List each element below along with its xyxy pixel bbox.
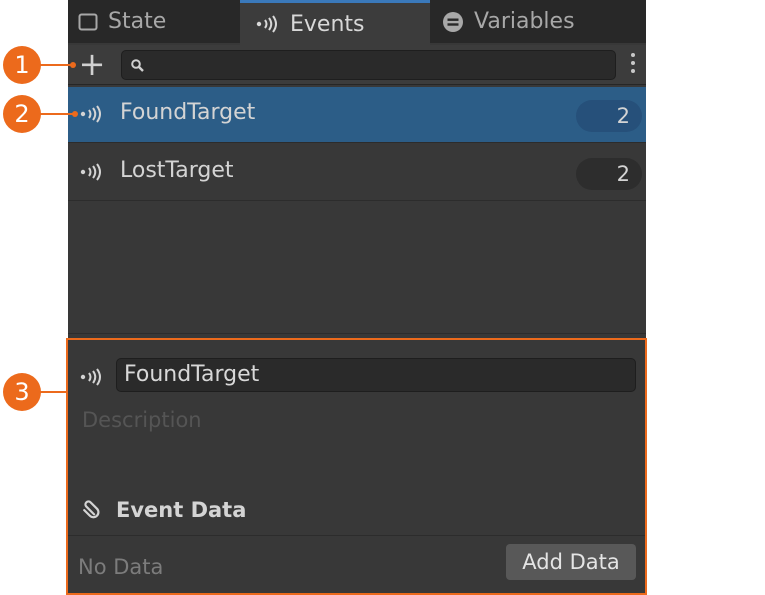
signal-icon	[80, 368, 104, 390]
callout-leader-line	[40, 64, 72, 66]
search-icon	[130, 58, 146, 78]
tab-state-label: State	[108, 9, 167, 34]
paperclip-icon	[80, 496, 104, 524]
event-data-header: Event Data	[80, 496, 246, 524]
tab-events[interactable]: Events	[240, 0, 430, 45]
event-usage-count: 2	[576, 100, 642, 132]
square-outline-icon	[78, 13, 98, 31]
search-input[interactable]	[121, 50, 616, 80]
event-data-heading: Event Data	[116, 498, 247, 522]
event-detail: FoundTarget Description Event Data No Da…	[68, 336, 646, 595]
callout-leader-line	[40, 113, 74, 115]
event-row-foundtarget[interactable]: FoundTarget 2	[68, 87, 646, 143]
callout-marker-1: 1	[3, 46, 41, 84]
more-options-icon[interactable]	[628, 53, 638, 79]
variables-icon	[442, 11, 464, 33]
tab-events-label: Events	[290, 11, 365, 37]
fsm-panel: State Events Variables + FoundTarget 2 L…	[68, 0, 646, 595]
callout-leader-dot	[72, 111, 78, 117]
event-name: LostTarget	[120, 158, 234, 183]
callout-leader-dot	[70, 62, 76, 68]
toolbar: +	[68, 45, 646, 85]
event-list-empty-area	[68, 204, 646, 334]
add-data-button[interactable]: Add Data	[506, 544, 636, 580]
no-data-text: No Data	[78, 555, 164, 579]
tab-variables-label: Variables	[474, 9, 575, 34]
callout-marker-3: 3	[3, 373, 41, 411]
signal-icon	[80, 105, 104, 127]
description-field[interactable]: Description	[82, 408, 202, 432]
tab-bar: State Events Variables	[68, 0, 646, 45]
callout-leader-line	[40, 391, 68, 393]
event-name: FoundTarget	[120, 100, 256, 125]
event-row-losttarget[interactable]: LostTarget 2	[68, 145, 646, 201]
divider	[68, 535, 646, 536]
tab-variables[interactable]: Variables	[442, 0, 642, 43]
event-name-field[interactable]: FoundTarget	[116, 358, 636, 392]
signal-icon	[80, 163, 104, 185]
add-event-button[interactable]: +	[76, 48, 108, 81]
event-usage-count: 2	[576, 158, 642, 190]
tab-state[interactable]: State	[78, 0, 238, 43]
signal-icon	[256, 15, 280, 33]
callout-marker-2: 2	[3, 95, 41, 133]
